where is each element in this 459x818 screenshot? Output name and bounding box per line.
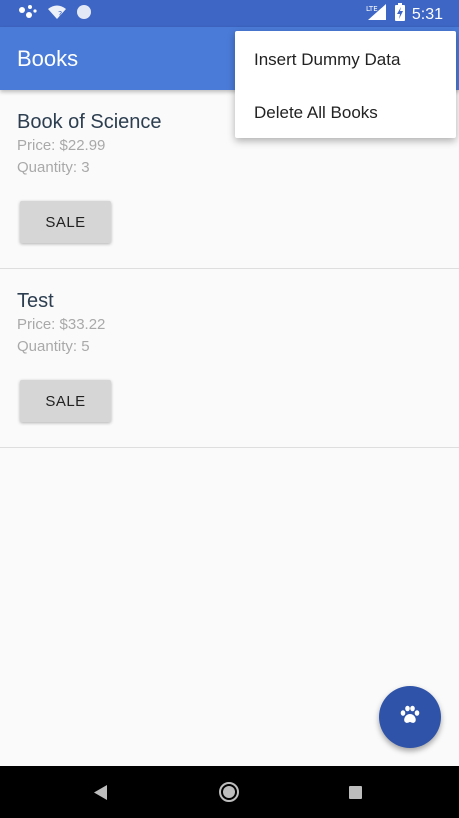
sale-button[interactable]: SALE — [20, 380, 111, 422]
network-type-label: LTE — [366, 5, 378, 13]
status-left-icons: ? — [18, 4, 92, 25]
book-list: Book of Science Price: $22.99 Quantity: … — [0, 90, 459, 448]
book-quantity: Quantity: 3 — [17, 159, 90, 176]
system-nav-bar — [0, 766, 459, 818]
svg-text:?: ? — [58, 10, 62, 19]
sale-button[interactable]: SALE — [20, 201, 111, 243]
page-title: Books — [17, 46, 79, 71]
recents-icon[interactable] — [349, 786, 362, 799]
assistant-dots-icon — [18, 4, 38, 25]
status-time: 5:31 — [411, 5, 443, 23]
book-price: Price: $33.22 — [17, 316, 106, 333]
battery-charging-icon — [394, 3, 405, 26]
home-icon[interactable] — [218, 781, 240, 808]
overflow-menu: Insert Dummy Data Delete All Books — [235, 31, 456, 138]
signal-icon: LTE — [366, 3, 388, 26]
menu-item-insert-dummy-data[interactable]: Insert Dummy Data — [235, 33, 456, 86]
paw-icon — [399, 705, 421, 730]
status-bar: ? LTE 5:31 — [0, 0, 459, 27]
book-name: Test — [17, 290, 54, 312]
wifi-question-icon: ? — [47, 4, 67, 25]
add-book-fab[interactable] — [379, 686, 441, 748]
list-item[interactable]: Test Price: $33.22 Quantity: 5 SALE — [0, 269, 459, 448]
sync-circle-icon — [76, 4, 92, 25]
status-right-icons: LTE 5:31 — [366, 3, 443, 26]
menu-item-delete-all-books[interactable]: Delete All Books — [235, 86, 456, 139]
book-quantity: Quantity: 5 — [17, 338, 90, 355]
book-name: Book of Science — [17, 111, 162, 133]
book-price: Price: $22.99 — [17, 137, 106, 154]
back-icon[interactable] — [93, 784, 109, 806]
